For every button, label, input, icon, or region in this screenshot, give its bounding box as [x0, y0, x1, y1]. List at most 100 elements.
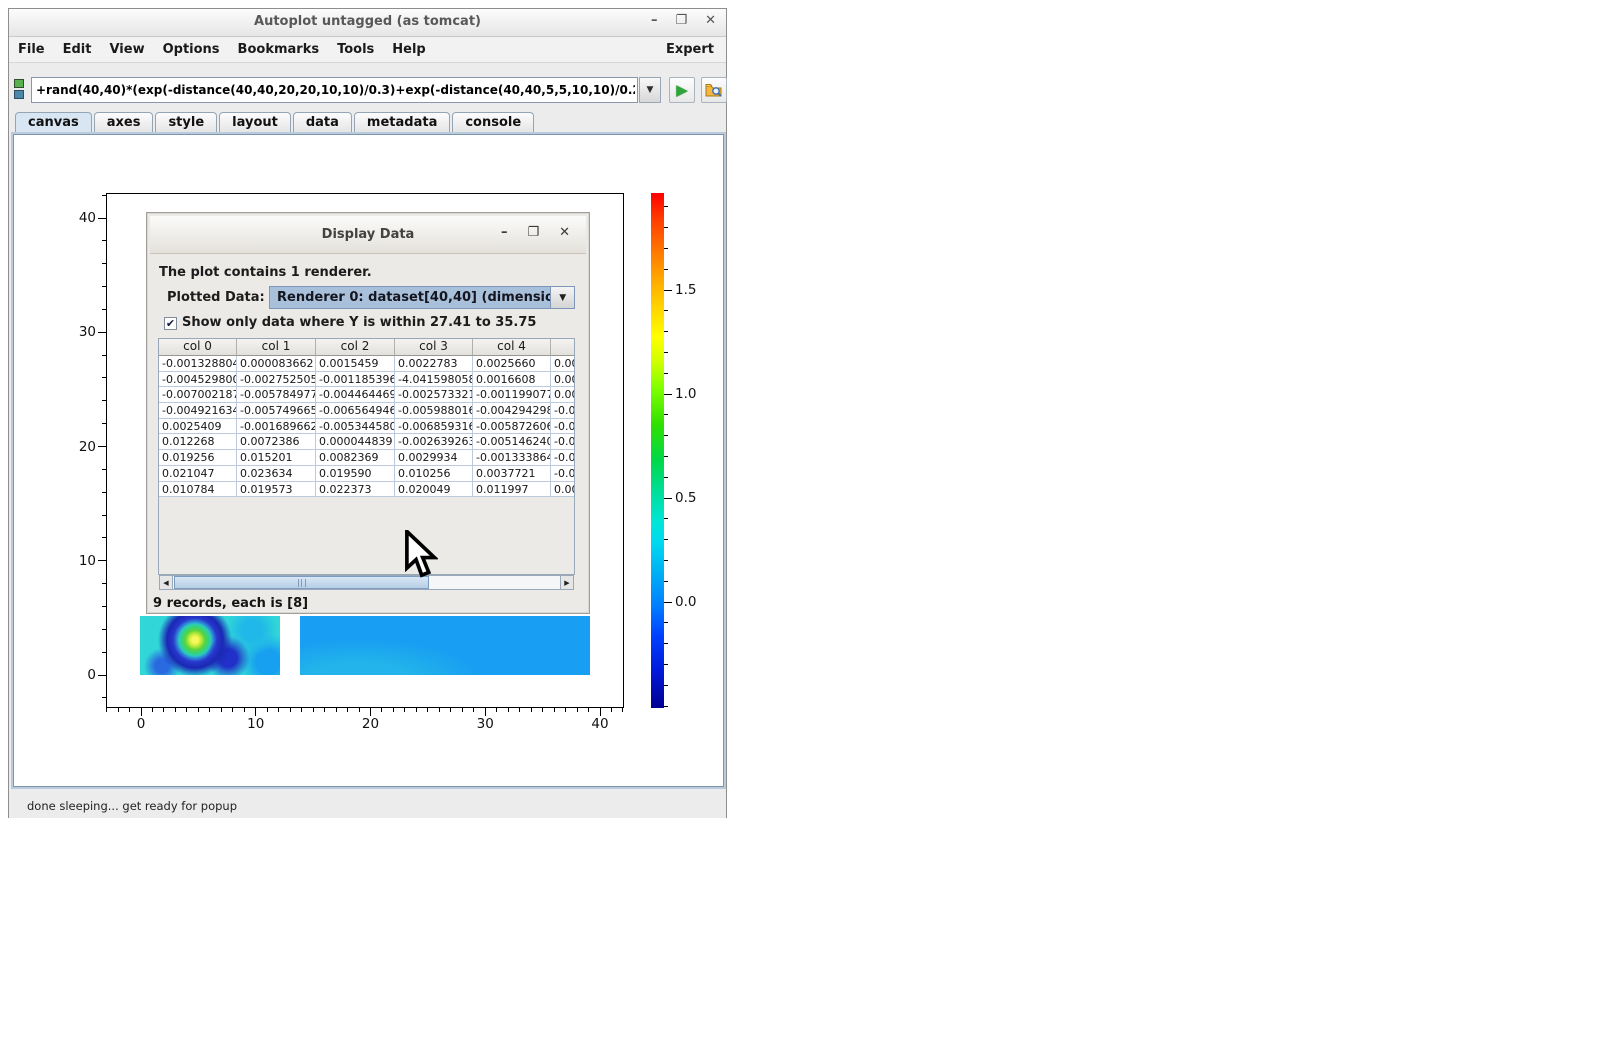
table-cell[interactable]: 0.023634	[237, 466, 316, 482]
table-cell[interactable]: -0.005784977...	[237, 387, 316, 403]
table-header-cell[interactable]	[551, 339, 575, 356]
menu-help[interactable]: Help	[383, 42, 434, 57]
table-cell[interactable]: -0.005146240...	[473, 434, 551, 450]
inspect-uri-button[interactable]	[701, 77, 727, 103]
table-row[interactable]: -0.007002187...-0.005784977...-0.0044644…	[159, 387, 574, 403]
table-cell[interactable]: 0.0029934	[395, 450, 473, 466]
tab-metadata[interactable]: metadata	[354, 112, 450, 133]
table-row[interactable]: 0.0210470.0236340.0195900.0102560.003772…	[159, 466, 574, 482]
table-cell[interactable]: -0.006859316...	[395, 419, 473, 435]
table-row[interactable]: -0.001328804...0.0000836620.00154590.002…	[159, 356, 574, 372]
table-cell[interactable]: 0.0022783	[395, 356, 473, 372]
table-row[interactable]: 0.0122680.00723860.000044839-0.002639263…	[159, 434, 574, 450]
minimize-icon[interactable]: –	[651, 13, 658, 28]
table-cell[interactable]: -0.001199077...	[473, 387, 551, 403]
dialog-maximize-icon[interactable]: ❐	[527, 225, 539, 240]
menu-bookmarks[interactable]: Bookmarks	[229, 42, 329, 57]
table-cell[interactable]: -0.001689662...	[237, 419, 316, 435]
plot-canvas[interactable]: 0102030400102030401.51.00.50.0 Display D…	[11, 132, 726, 789]
table-header-cell[interactable]: col 1	[237, 339, 316, 356]
table-cell[interactable]: 0.0037721	[473, 466, 551, 482]
tab-console[interactable]: console	[452, 112, 534, 133]
dialog-close-icon[interactable]: ✕	[559, 225, 570, 240]
menu-tools[interactable]: Tools	[328, 42, 383, 57]
tab-axes[interactable]: axes	[94, 112, 154, 133]
plotted-data-combobox[interactable]: Renderer 0: dataset[40,40] (dimension...…	[269, 286, 575, 309]
table-cell[interactable]: 0.00	[551, 387, 575, 403]
table-cell[interactable]: 0.00	[551, 372, 575, 388]
table-cell[interactable]: -0.006564946...	[316, 403, 395, 419]
table-cell[interactable]: -0.005344580...	[316, 419, 395, 435]
dialog-titlebar[interactable]: Display Data – ❐ ✕	[150, 216, 586, 254]
table-header-cell[interactable]: col 2	[316, 339, 395, 356]
uri-input[interactable]	[31, 77, 638, 103]
table-cell[interactable]: 0.022373	[316, 482, 395, 498]
tab-canvas[interactable]: canvas	[15, 112, 92, 133]
table-cell[interactable]: 0.010256	[395, 466, 473, 482]
table-cell[interactable]: 0.020049	[395, 482, 473, 498]
table-header-cell[interactable]: col 4	[473, 339, 551, 356]
table-cell[interactable]: 0.00	[551, 356, 575, 372]
table-cell[interactable]: 0.0025660	[473, 356, 551, 372]
table-cell[interactable]: 0.012268	[159, 434, 237, 450]
dialog-minimize-icon[interactable]: –	[501, 225, 508, 240]
table-header-cell[interactable]: col 0	[159, 339, 237, 356]
uri-dropdown-icon[interactable]: ▼	[639, 77, 661, 103]
tab-data[interactable]: data	[293, 112, 352, 133]
table-cell[interactable]: 0.00	[551, 482, 575, 498]
tab-style[interactable]: style	[155, 112, 217, 133]
table-header-cell[interactable]: col 3	[395, 339, 473, 356]
table-cell[interactable]: -0.005988016...	[395, 403, 473, 419]
table-cell[interactable]: -0.0	[551, 450, 575, 466]
table-cell[interactable]: -0.004921634...	[159, 403, 237, 419]
maximize-icon[interactable]: ❐	[675, 13, 687, 28]
table-cell[interactable]: 0.019573	[237, 482, 316, 498]
table-cell[interactable]: -0.004294298...	[473, 403, 551, 419]
table-cell[interactable]: 0.019256	[159, 450, 237, 466]
table-cell[interactable]: -0.002573321...	[395, 387, 473, 403]
tab-layout[interactable]: layout	[219, 112, 291, 133]
table-cell[interactable]: -0.001328804...	[159, 356, 237, 372]
table-cell[interactable]: -0.004464469...	[316, 387, 395, 403]
table-row[interactable]: -0.004529800...-0.002752505...-0.0011853…	[159, 372, 574, 388]
scrollbar-right-icon[interactable]: ▶	[560, 576, 573, 589]
table-cell[interactable]: 0.0015459	[316, 356, 395, 372]
table-cell[interactable]: 0.0025409	[159, 419, 237, 435]
table-cell[interactable]: -0.002752505...	[237, 372, 316, 388]
table-cell[interactable]: 0.011997	[473, 482, 551, 498]
table-horizontal-scrollbar[interactable]: ◀ ▶	[159, 575, 574, 590]
scrollbar-left-icon[interactable]: ◀	[160, 576, 173, 589]
table-cell[interactable]: -0.002639263...	[395, 434, 473, 450]
table-cell[interactable]: -0.007002187...	[159, 387, 237, 403]
table-cell[interactable]: -0.001185396...	[316, 372, 395, 388]
filter-checkbox[interactable]: ✔	[164, 317, 177, 330]
close-icon[interactable]: ✕	[705, 13, 716, 28]
table-cell[interactable]: 0.021047	[159, 466, 237, 482]
table-row[interactable]: 0.0192560.0152010.00823690.0029934-0.001…	[159, 450, 574, 466]
table-cell[interactable]: -0.0	[551, 466, 575, 482]
expert-label[interactable]: Expert	[666, 42, 714, 57]
table-row[interactable]: 0.0107840.0195730.0223730.0200490.011997…	[159, 482, 574, 498]
table-cell[interactable]: 0.015201	[237, 450, 316, 466]
table-cell[interactable]: -0.001333864...	[473, 450, 551, 466]
menu-file[interactable]: File	[9, 42, 54, 57]
table-cell[interactable]: 0.0082369	[316, 450, 395, 466]
table-row[interactable]: 0.0025409-0.001689662...-0.005344580...-…	[159, 419, 574, 435]
table-cell[interactable]: 0.0016608	[473, 372, 551, 388]
table-cell[interactable]: -0.0	[551, 419, 575, 435]
menu-options[interactable]: Options	[154, 42, 229, 57]
table-cell[interactable]: -0.0	[551, 403, 575, 419]
menu-view[interactable]: View	[100, 42, 153, 57]
table-cell[interactable]: 0.000044839	[316, 434, 395, 450]
go-play-button[interactable]: ▶	[669, 77, 695, 103]
table-cell[interactable]: 0.019590	[316, 466, 395, 482]
scrollbar-thumb[interactable]	[174, 576, 429, 589]
table-cell[interactable]: 0.000083662	[237, 356, 316, 372]
table-cell[interactable]: 0.010784	[159, 482, 237, 498]
table-cell[interactable]: 0.0072386	[237, 434, 316, 450]
table-cell[interactable]: -0.005749665...	[237, 403, 316, 419]
table-cell[interactable]: -4.041598058...	[395, 372, 473, 388]
table-cell[interactable]: -0.0	[551, 434, 575, 450]
menu-edit[interactable]: Edit	[54, 42, 101, 57]
combo-dropdown-icon[interactable]: ▼	[550, 287, 574, 308]
